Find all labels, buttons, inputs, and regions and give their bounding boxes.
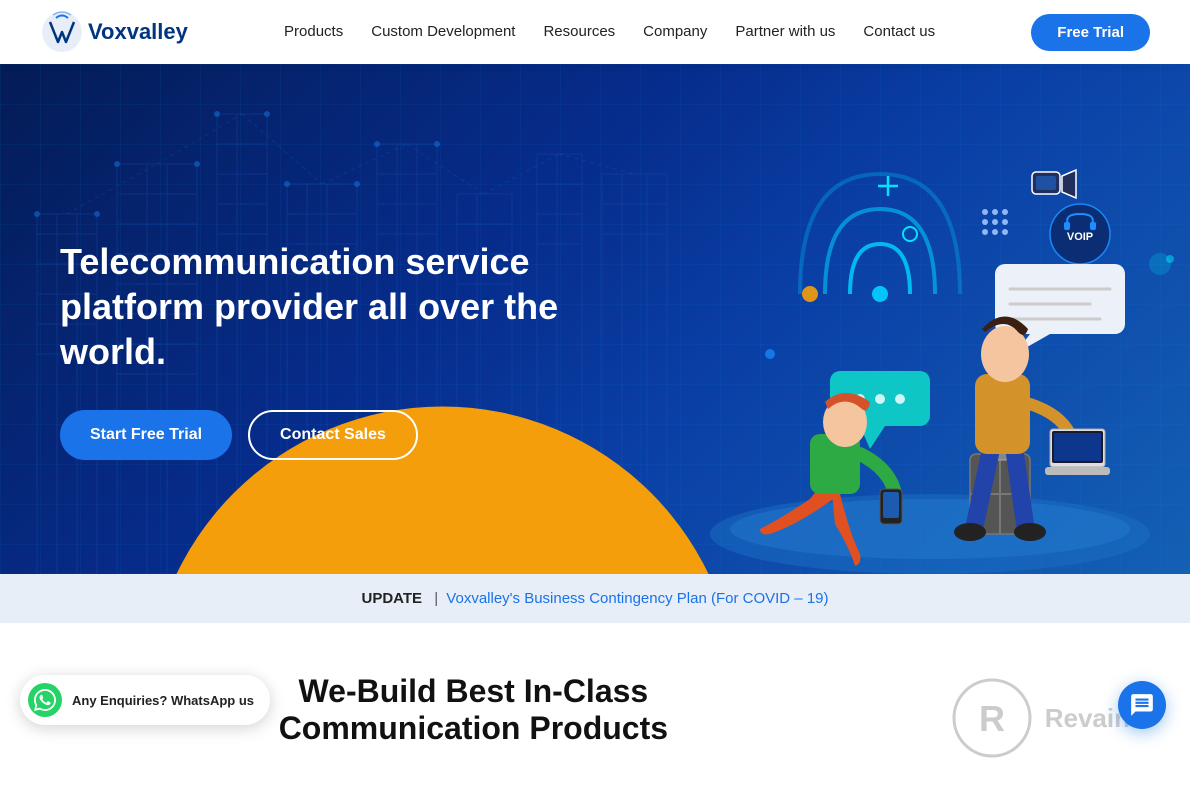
revain-icon: R bbox=[947, 673, 1037, 763]
chat-bubble-button[interactable] bbox=[1118, 681, 1166, 729]
nav-partner[interactable]: Partner with us bbox=[735, 23, 835, 40]
hero-section: Telecommunication service platform provi… bbox=[0, 64, 1190, 574]
logo-icon bbox=[40, 10, 84, 54]
update-banner: UPDATE | Voxvalley's Business Contingenc… bbox=[0, 574, 1190, 623]
hero-buttons: Start Free Trial Contact Sales bbox=[60, 410, 560, 460]
whatsapp-label: Any Enquiries? WhatsApp us bbox=[72, 693, 254, 708]
hero-illustration: VOIP bbox=[570, 94, 1190, 574]
nav-links: Products Custom Development Resources Co… bbox=[284, 23, 935, 41]
revain-logo-area: R Revain bbox=[947, 673, 1130, 763]
nav-custom-dev[interactable]: Custom Development bbox=[371, 23, 515, 40]
svg-text:VOIP: VOIP bbox=[1067, 231, 1093, 243]
hero-content: Telecommunication service platform provi… bbox=[60, 239, 560, 460]
update-label: UPDATE bbox=[361, 590, 422, 607]
whatsapp-float-button[interactable]: Any Enquiries? WhatsApp us bbox=[20, 675, 270, 725]
chat-icon bbox=[1129, 692, 1155, 718]
nav-company[interactable]: Company bbox=[643, 23, 707, 40]
svg-text:R: R bbox=[979, 698, 1005, 739]
nav-resources[interactable]: Resources bbox=[543, 23, 615, 40]
nav-contact[interactable]: Contact us bbox=[863, 23, 935, 40]
start-free-trial-button[interactable]: Start Free Trial bbox=[60, 410, 232, 460]
navbar-free-trial-button[interactable]: Free Trial bbox=[1031, 14, 1150, 51]
update-link[interactable]: Voxvalley's Business Contingency Plan (F… bbox=[446, 590, 828, 607]
logo-text: Voxvalley bbox=[88, 19, 188, 45]
hero-title: Telecommunication service platform provi… bbox=[60, 239, 560, 374]
navbar: Voxvalley Products Custom Development Re… bbox=[0, 0, 1190, 64]
whatsapp-icon bbox=[28, 683, 62, 717]
banner-separator: | bbox=[434, 590, 438, 607]
contact-sales-button[interactable]: Contact Sales bbox=[248, 410, 418, 460]
nav-products[interactable]: Products bbox=[284, 23, 343, 40]
logo-link[interactable]: Voxvalley bbox=[40, 10, 188, 54]
